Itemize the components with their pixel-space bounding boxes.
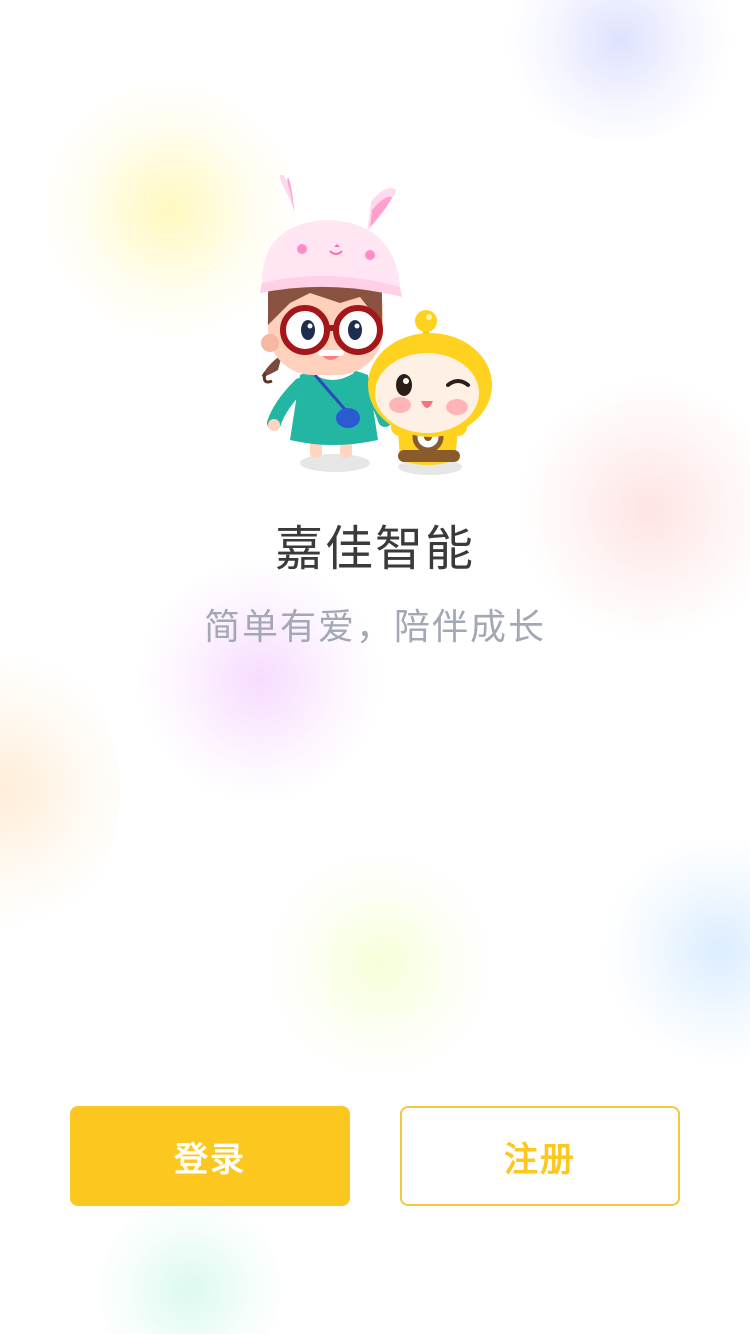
- app-slogan: 简单有爱，陪伴成长: [203, 607, 546, 648]
- background-bokeh: [500, 0, 740, 140]
- welcome-screen: 嘉佳智能 简单有爱，陪伴成长 登录 注册: [0, 0, 750, 1334]
- login-button[interactable]: 登录: [70, 1106, 350, 1206]
- background-bokeh: [90, 1200, 290, 1334]
- register-button[interactable]: 注册: [400, 1106, 680, 1206]
- background-bokeh: [140, 560, 380, 800]
- background-bokeh: [0, 640, 120, 940]
- mascot-illustration: [260, 175, 492, 475]
- background-bokeh: [270, 850, 490, 1080]
- background-bokeh: [600, 840, 750, 1060]
- app-title: 嘉佳智能: [274, 521, 475, 577]
- register-button-label: 注册: [504, 1139, 576, 1180]
- background-bokeh: [520, 380, 750, 640]
- login-button-label: 登录: [174, 1139, 246, 1180]
